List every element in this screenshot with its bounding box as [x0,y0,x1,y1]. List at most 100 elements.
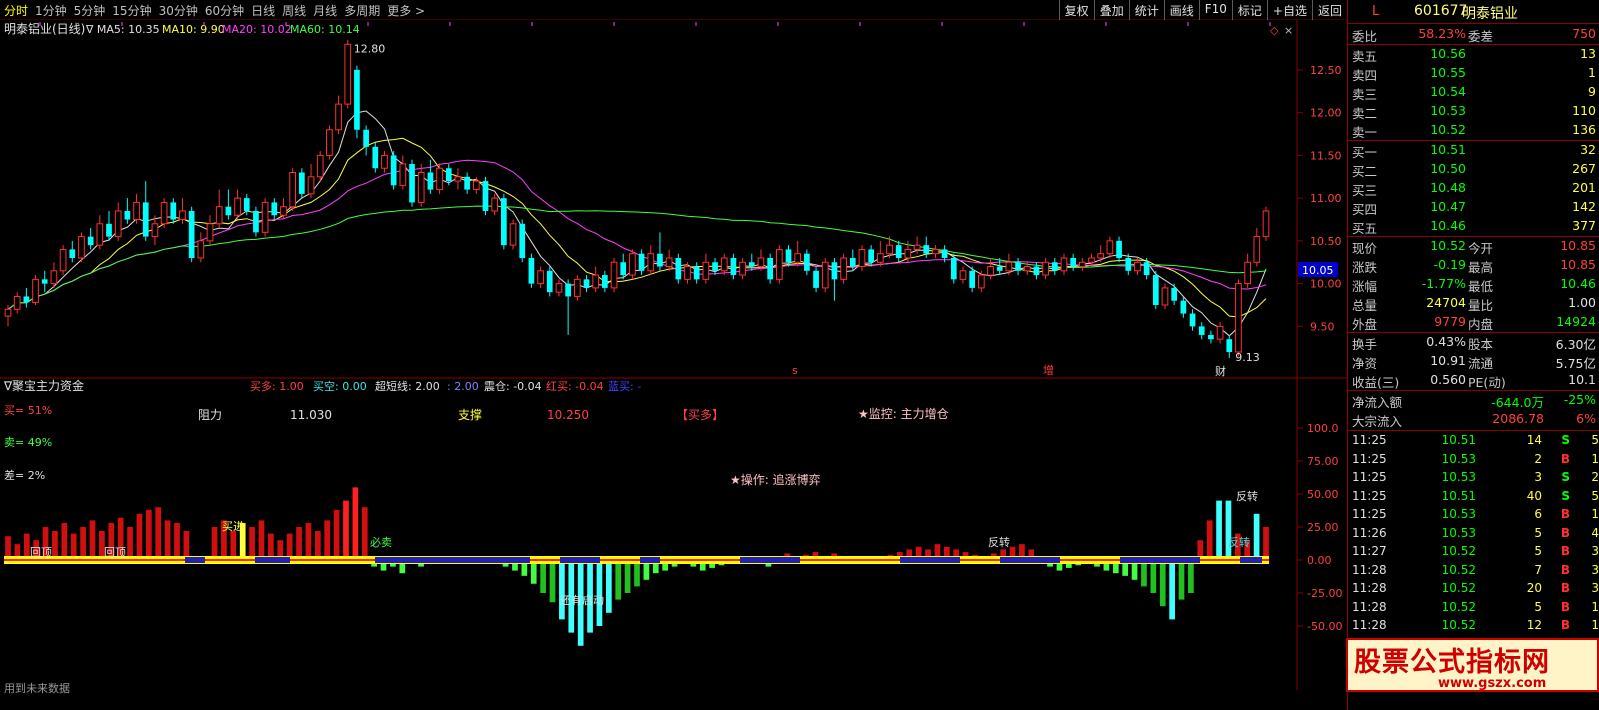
period-tab-2[interactable]: 5分钟 [74,2,106,19]
candle[interactable] [142,181,149,241]
candle[interactable] [1226,334,1233,358]
tick-row[interactable]: 11:28 10.52 7 B 3 [1348,562,1599,580]
candle[interactable] [1244,253,1251,288]
candle[interactable] [372,142,379,173]
candle[interactable] [675,253,682,284]
period-tab-7[interactable]: 周线 [282,2,306,19]
stock-name[interactable]: 明泰铝业 [1462,3,1518,23]
candle[interactable] [565,279,571,335]
candle[interactable] [409,159,415,207]
candle[interactable] [59,245,67,276]
period-tab-0[interactable]: 分时 [4,2,28,19]
tick-row[interactable]: 11:27 10.52 5 B 3 [1348,543,1599,561]
tick-row[interactable]: 11:25 10.53 2 B 1 [1348,451,1599,469]
candle[interactable] [1051,257,1058,276]
candle[interactable] [876,240,884,267]
candle[interactable] [271,198,278,220]
tick-row[interactable]: 11:26 10.53 5 B 4 [1348,525,1599,543]
candle[interactable] [335,95,342,135]
candle[interactable] [775,245,783,284]
candle[interactable] [1106,236,1114,258]
candle[interactable] [592,266,600,293]
candle[interactable] [96,215,104,250]
tool-button-4[interactable]: F10 [1198,0,1232,20]
tick-row[interactable]: 11:28 10.52 5 B 1 [1348,599,1599,617]
candle[interactable] [546,266,553,297]
candle[interactable] [519,219,526,263]
candle[interactable] [464,172,470,194]
candle[interactable] [610,257,618,293]
candle[interactable] [657,232,663,271]
candle[interactable] [390,151,397,190]
tool-button-2[interactable]: 统计 [1128,0,1164,20]
candle[interactable] [188,206,195,263]
candle[interactable] [1152,270,1159,310]
candle[interactable] [206,215,214,246]
candle[interactable] [381,151,388,173]
tick-row[interactable]: 11:25 10.51 40 S 5 [1348,488,1599,506]
close-icon[interactable]: × [1284,24,1293,37]
candle[interactable] [1216,322,1224,344]
candle[interactable] [491,193,499,216]
candle[interactable] [537,266,544,288]
tick-row[interactable]: 11:28 10.52 20 B 3 [1348,580,1599,598]
period-tab-4[interactable]: 30分钟 [159,2,198,19]
candle[interactable] [225,189,232,220]
tick-row[interactable]: 11:25 10.53 6 B 1 [1348,506,1599,524]
candle[interactable] [1253,228,1261,267]
candle[interactable] [1042,257,1049,280]
tool-button-6[interactable]: +自选 [1266,0,1312,20]
candle[interactable] [831,257,838,301]
candlesticks[interactable] [4,40,1270,358]
indicator-bars[interactable] [5,487,1269,646]
candle[interactable] [1180,296,1187,318]
candle[interactable] [1235,279,1242,357]
candle[interactable] [702,253,710,284]
candle[interactable] [629,249,636,280]
candle[interactable] [1079,257,1086,271]
chart-area[interactable]: 明泰铝业(日线) ∇ MA5: 10.35 MA10: 9.90MA20: 10.… [0,20,1347,710]
candle[interactable] [821,257,829,293]
candle[interactable] [1189,309,1196,331]
candle[interactable] [712,257,718,276]
candle[interactable] [133,193,140,224]
candle[interactable] [813,266,819,293]
candle[interactable] [298,168,305,199]
candle[interactable] [583,275,590,293]
candle[interactable] [87,228,94,250]
candle[interactable] [160,198,168,229]
candle[interactable] [197,232,205,263]
candle[interactable] [1198,322,1205,340]
candle[interactable] [501,193,507,250]
candle[interactable] [13,292,21,314]
candle[interactable] [50,262,58,288]
period-tab-6[interactable]: 日线 [251,2,275,19]
tool-button-3[interactable]: 画线 [1163,0,1199,20]
candle[interactable] [573,275,581,301]
tool-button-7[interactable]: 返回 [1311,0,1347,20]
candle[interactable] [234,189,241,220]
candle[interactable] [179,198,186,224]
candle[interactable] [1070,253,1077,271]
candle[interactable] [739,257,746,280]
stock-code[interactable]: 601677 [1414,3,1467,19]
candle[interactable] [106,210,112,241]
candle[interactable] [528,253,535,288]
candle[interactable] [289,168,297,211]
candle[interactable] [1015,257,1021,276]
candle[interactable] [1171,283,1178,305]
candle[interactable] [977,270,985,293]
period-tab-3[interactable]: 15分钟 [112,2,151,19]
candle[interactable] [124,198,131,224]
candle[interactable] [1060,253,1068,276]
candle[interactable] [647,245,655,276]
candle[interactable] [959,266,967,284]
candle[interactable] [1116,236,1122,263]
tool-button-1[interactable]: 叠加 [1093,0,1129,20]
candle[interactable] [69,240,76,263]
candle[interactable] [482,176,489,216]
tool-button-0[interactable]: 复权 [1058,0,1094,20]
candle[interactable] [399,155,407,190]
candle[interactable] [344,40,352,109]
period-tab-9[interactable]: 多周期 [344,2,380,19]
